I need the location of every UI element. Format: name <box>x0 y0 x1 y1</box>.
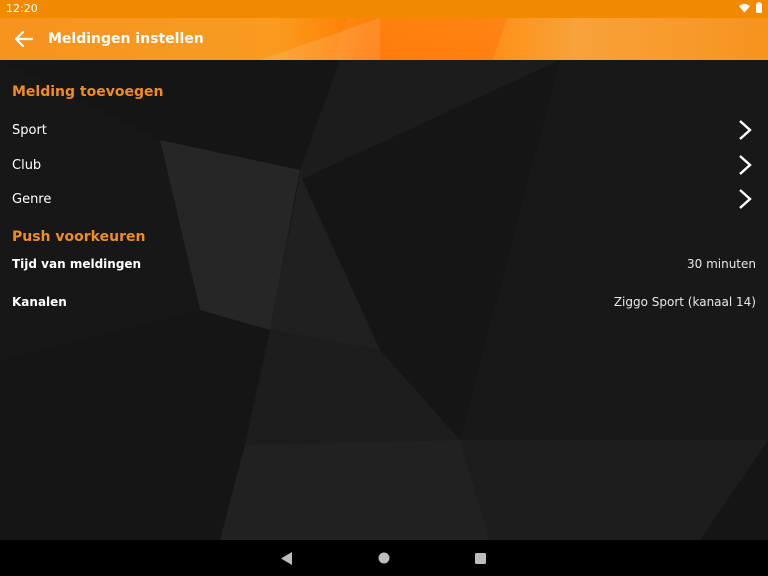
nav-back-button[interactable] <box>277 548 297 568</box>
list-item-label: Tijd van meldingen <box>12 257 142 271</box>
chevron-right-icon <box>739 189 752 209</box>
section-title-add: Melding toevoegen <box>12 84 164 100</box>
list-item-sport[interactable]: Sport <box>0 115 768 145</box>
chevron-right-icon <box>739 120 752 140</box>
status-bar: 12:20 <box>0 0 768 18</box>
list-item-notification-time[interactable]: Tijd van meldingen 30 minuten <box>0 249 768 279</box>
wifi-icon <box>739 3 750 13</box>
list-item-value: Ziggo Sport (kanaal 14) <box>613 295 756 309</box>
section-title-push: Push voorkeuren <box>12 229 146 245</box>
list-item-genre[interactable]: Genre <box>0 184 768 214</box>
back-button[interactable] <box>10 26 38 52</box>
status-icons <box>739 2 762 13</box>
app-bar-facet <box>332 18 508 60</box>
navigation-bar <box>0 540 768 576</box>
list-item-label: Club <box>12 157 42 173</box>
chevron-right-icon <box>739 155 752 175</box>
content-area: Melding toevoegen Sport Club Genre Push … <box>0 60 768 540</box>
battery-icon <box>756 2 762 13</box>
list-item-label: Kanalen <box>12 295 67 309</box>
back-triangle-icon <box>281 551 292 565</box>
arrow-left-icon <box>14 30 34 48</box>
status-time: 12:20 <box>6 2 38 15</box>
nav-home-button[interactable] <box>374 548 394 568</box>
nav-recents-button[interactable] <box>470 548 490 568</box>
list-item-label: Sport <box>12 122 47 138</box>
list-item-label: Genre <box>12 191 52 207</box>
list-item-value: 30 minuten <box>686 257 756 271</box>
home-circle-icon <box>378 552 390 564</box>
list-item-channels[interactable]: Kanalen Ziggo Sport (kanaal 14) <box>0 287 768 317</box>
page-title: Meldingen instellen <box>48 31 204 47</box>
recents-square-icon <box>474 552 486 564</box>
list-item-club[interactable]: Club <box>0 150 768 180</box>
